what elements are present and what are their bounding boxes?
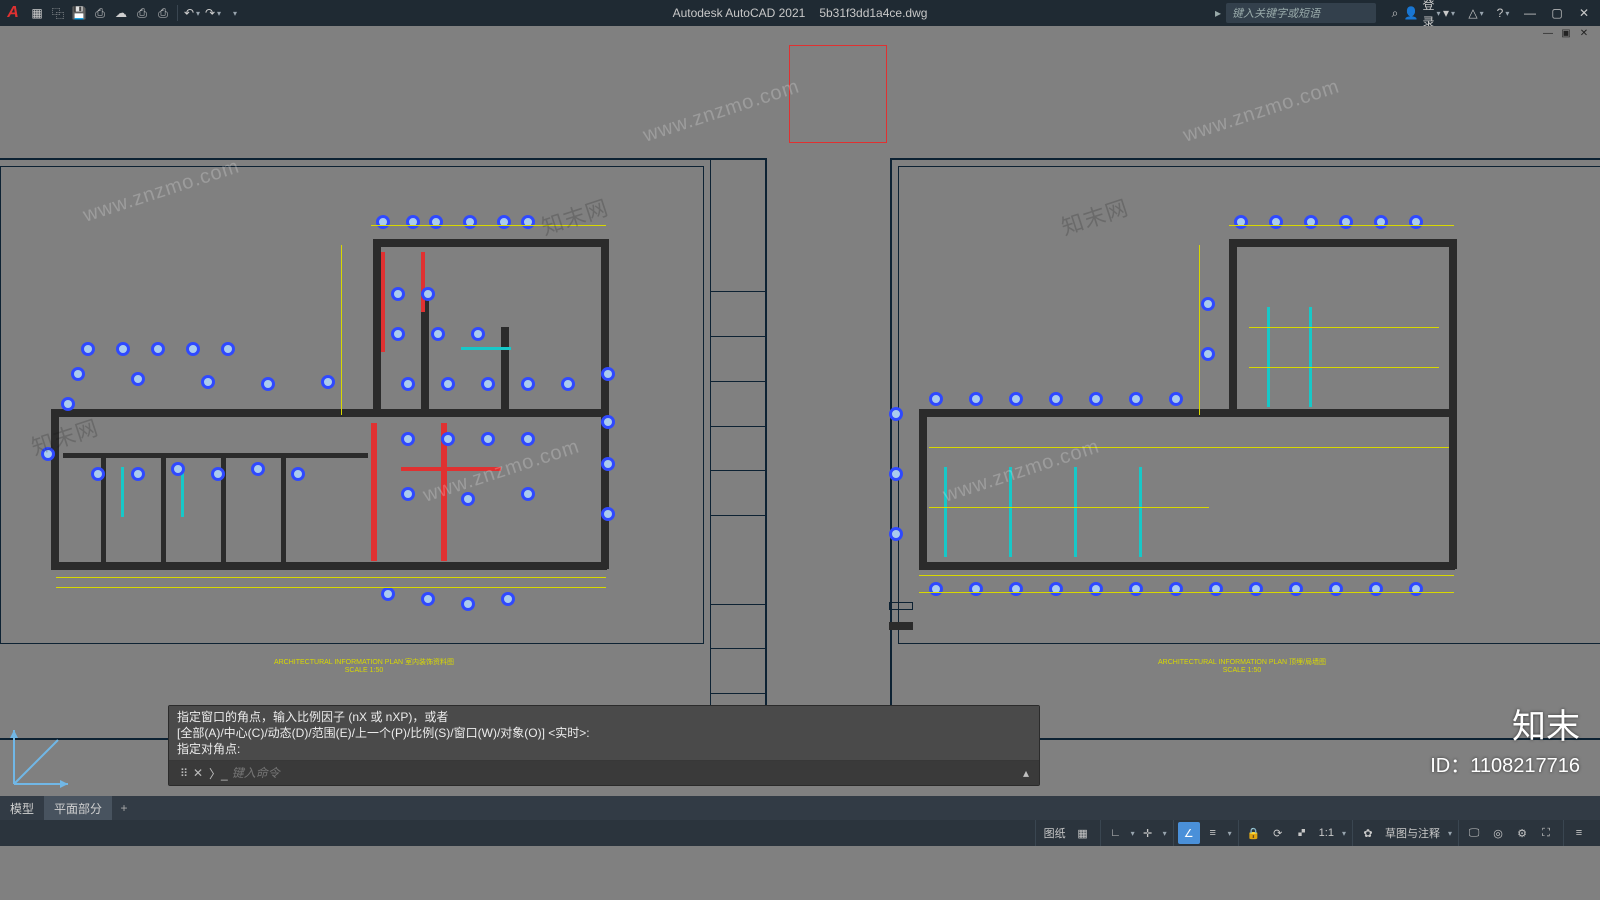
tab-add-button[interactable]: + <box>112 801 136 815</box>
doc-close-button[interactable]: ✕ <box>1576 27 1592 39</box>
workspace-switch-button[interactable]: ✿ <box>1357 822 1379 844</box>
grid-toggle-button[interactable]: ▦ <box>1072 822 1094 844</box>
command-input[interactable] <box>232 766 1023 780</box>
layout-tabs: 模型 平面部分 + <box>0 796 1600 820</box>
clean-screen-button[interactable]: ⛶ <box>1535 822 1557 844</box>
command-history-line: 指定窗口的角点，输入比例因子 (nX 或 nXP)，或者 <box>177 709 1031 725</box>
hardware-accel-button[interactable]: ⚙ <box>1511 822 1533 844</box>
command-input-row: ⠿ ✕ 〉_ ▴ <box>169 761 1039 785</box>
sheet-right: ARCHITECTURAL INFORMATION PLAN 顶埋/局墙图 SC… <box>890 158 1600 740</box>
chevron-down-icon[interactable]: ▾ <box>1163 829 1167 838</box>
command-history: 指定窗口的角点，输入比例因子 (nX 或 nXP)，或者 [全部(A)/中心(C… <box>169 706 1039 761</box>
command-prompt-icon: 〉_ <box>209 765 228 782</box>
signin-button[interactable]: 👤 登录 ▾ <box>1410 2 1434 24</box>
command-grip-icon[interactable]: ⠿ <box>175 767 193 780</box>
search-marker-icon: ▸ <box>1215 6 1221 20</box>
chevron-down-icon[interactable]: ▾ <box>1342 829 1346 838</box>
sheet-right-title: ARCHITECTURAL INFORMATION PLAN 顶埋/局墙图 SC… <box>1092 657 1392 674</box>
tab-layout-1[interactable]: 平面部分 <box>44 796 112 820</box>
isolate-button[interactable]: ◎ <box>1487 822 1509 844</box>
qat-new-button[interactable]: ▦ <box>28 4 46 22</box>
ucs-icon[interactable] <box>10 726 72 788</box>
doc-restore-button[interactable]: ▣ <box>1558 27 1574 39</box>
search-placeholder: 键入关键字或短语 <box>1232 5 1320 21</box>
window-minimize-button[interactable]: — <box>1518 2 1542 24</box>
status-bar: 图纸 ▦ ∟ ▾ ✛ ▾ ∠ ≡ ▾ 🔒 ⟳ 🙾 1:1 ▾ ✿ 草图与注释 ▾… <box>0 820 1600 846</box>
quick-access-toolbar: ▦ ⿻ 💾 ⎙ ☁ ⎙ ⎙ ↶▾ ↷▾ ▾ <box>28 4 243 22</box>
chevron-down-icon[interactable]: ▾ <box>1448 829 1452 838</box>
snap-toggle-button[interactable]: ∟ <box>1105 822 1127 844</box>
brand-id-overlay: ID：1108217716 <box>1430 749 1580 778</box>
share-button[interactable]: △▾ <box>1464 2 1488 24</box>
annotation-scale-button[interactable]: ⟳ <box>1267 822 1289 844</box>
qat-plot-button[interactable]: ⎙ <box>133 4 151 22</box>
title-bar: A ▦ ⿻ 💾 ⎙ ☁ ⎙ ⎙ ↶▾ ↷▾ ▾ Autodesk AutoCAD… <box>0 0 1600 26</box>
polar-toggle-button[interactable]: ✛ <box>1137 822 1159 844</box>
watermark: www.znzmo.com <box>640 75 802 147</box>
autodesk-app-button[interactable]: ▾▾ <box>1437 2 1461 24</box>
annotation-vis-button[interactable]: 🙾 <box>1291 822 1313 844</box>
sheet-left: ARCHITECTURAL INFORMATION PLAN 室内装饰资料图 S… <box>0 158 767 740</box>
command-recent-button[interactable]: ▴ <box>1023 766 1029 780</box>
drawing-viewport[interactable]: ARCHITECTURAL INFORMATION PLAN 室内装饰资料图 S… <box>0 40 1600 796</box>
lock-ui-button[interactable]: 🔒 <box>1243 822 1265 844</box>
qat-open-button[interactable]: ⿻ <box>49 4 67 22</box>
osnap-toggle-button[interactable]: ∠ <box>1178 822 1200 844</box>
window-maximize-button[interactable]: ▢ <box>1545 2 1569 24</box>
doc-minimize-button[interactable]: — <box>1540 27 1556 39</box>
command-history-line: [全部(A)/中心(C)/动态(D)/范围(E)/上一个(P)/比例(S)/窗口… <box>177 725 1031 741</box>
tab-model[interactable]: 模型 <box>0 796 44 820</box>
lineweight-button[interactable]: ≡ <box>1202 822 1224 844</box>
command-close-button[interactable]: ✕ <box>193 766 207 780</box>
sheet-left-title: ARCHITECTURAL INFORMATION PLAN 室内装饰资料图 S… <box>214 657 514 674</box>
qat-redo-button[interactable]: ↷▾ <box>204 4 222 22</box>
watermark: www.znzmo.com <box>1180 75 1342 147</box>
help-button[interactable]: ?▾ <box>1491 2 1515 24</box>
title-center: Autodesk AutoCAD 2021 5b31f3dd1a4ce.dwg <box>673 6 928 20</box>
command-window[interactable]: 指定窗口的角点，输入比例因子 (nX 或 nXP)，或者 [全部(A)/中心(C… <box>168 705 1040 786</box>
annotation-scale-value[interactable]: 1:1 <box>1315 827 1338 839</box>
workspace-label[interactable]: 草图与注释 <box>1381 825 1444 841</box>
titleblock-left <box>710 160 765 738</box>
plan-area-right <box>898 166 1600 644</box>
qat-separator <box>177 5 178 21</box>
app-logo-icon[interactable]: A <box>0 0 26 26</box>
qat-undo-button[interactable]: ↶▾ <box>183 4 201 22</box>
plan-area-left <box>0 166 704 644</box>
user-icon: 👤 <box>1404 6 1419 20</box>
file-name: 5b31f3dd1a4ce.dwg <box>819 6 927 20</box>
qat-webmobile-button[interactable]: ☁ <box>112 4 130 22</box>
app-name: Autodesk AutoCAD 2021 <box>673 6 806 20</box>
qat-save-button[interactable]: 💾 <box>70 4 88 22</box>
document-window-controls: — ▣ ✕ <box>0 26 1600 40</box>
zoom-window-rect <box>789 45 887 143</box>
customize-status-button[interactable]: ≡ <box>1568 822 1590 844</box>
command-history-line: 指定对角点: <box>177 741 1031 757</box>
qat-customize-button[interactable]: ▾ <box>225 4 243 22</box>
chevron-down-icon[interactable]: ▾ <box>1228 829 1232 838</box>
title-right: ▸ 键入关键字或短语 ⌕ 👤 登录 ▾ ▾▾ △▾ ?▾ — ▢ ✕ <box>1215 2 1600 24</box>
paperspace-label[interactable]: 图纸 <box>1040 825 1070 841</box>
window-close-button[interactable]: ✕ <box>1572 2 1596 24</box>
monitor-button[interactable]: 🖵 <box>1463 822 1485 844</box>
infocenter-search[interactable]: 键入关键字或短语 <box>1226 3 1376 23</box>
qat-plot2-button[interactable]: ⎙ <box>154 4 172 22</box>
qat-saveas-button[interactable]: ⎙ <box>91 4 109 22</box>
chevron-down-icon[interactable]: ▾ <box>1131 829 1135 838</box>
